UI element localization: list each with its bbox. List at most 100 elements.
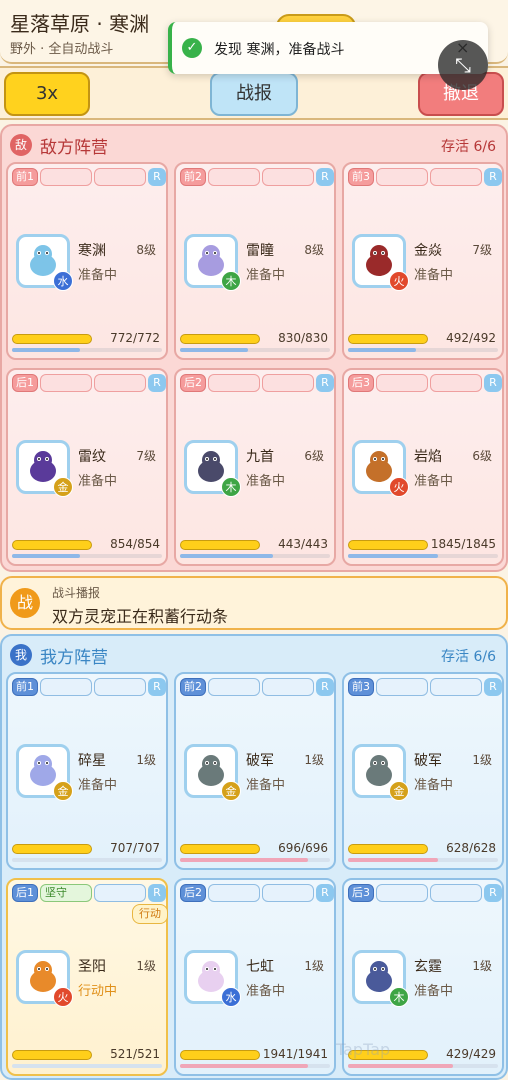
rarity-badge: R <box>484 884 502 902</box>
rarity-badge: R <box>148 884 166 902</box>
pet-level: 6级 <box>472 449 492 463</box>
ally-camp-title: 我方阵营 <box>40 648 108 668</box>
pet-avatar[interactable]: 金 <box>184 744 241 801</box>
hp-value: 1845/1845 <box>430 537 496 551</box>
pet-level: 1级 <box>136 959 156 973</box>
ally-badge: 我 <box>10 644 32 666</box>
enemy-pet-card[interactable]: 前3 R 火金焱 7级 准备中 492/492 <box>342 162 504 360</box>
element-badge: 木 <box>389 987 409 1007</box>
pet-level: 7级 <box>136 449 156 463</box>
enemy-badge: 敌 <box>10 134 32 156</box>
enemy-pet-card[interactable]: 后3 R 火岩焰 6级 准备中 1845/1845 <box>342 368 504 566</box>
pet-level: 6级 <box>304 449 324 463</box>
pet-name: 雷瞳 <box>246 243 274 259</box>
skill-slot <box>94 678 146 696</box>
rarity-badge: R <box>148 678 166 696</box>
pet-status: 准备中 <box>414 778 454 793</box>
hp-bar <box>348 334 428 344</box>
hp-value: 854/854 <box>110 537 160 551</box>
skill-slot <box>208 168 260 186</box>
action-gauge-fill <box>348 554 438 558</box>
enemy-pet-card[interactable]: 后2 R 木九首 6级 准备中 443/443 <box>174 368 336 566</box>
skill-slot <box>430 678 482 696</box>
pet-level: 1级 <box>304 959 324 973</box>
skill-slot <box>376 168 428 186</box>
page-subtitle: 野外 · 全自动战斗 <box>10 42 114 57</box>
element-badge: 金 <box>389 781 409 801</box>
page-title: 星落草原 · 寒渊 <box>10 12 150 36</box>
hp-bar <box>12 1050 92 1060</box>
action-gauge <box>180 348 330 352</box>
hp-value: 830/830 <box>278 331 328 345</box>
ally-pet-card[interactable]: 前3 R 金破军 1级 准备中 628/628 <box>342 672 504 870</box>
rarity-badge: R <box>484 678 502 696</box>
pet-status: 准备中 <box>246 778 286 793</box>
pet-status: 准备中 <box>78 778 118 793</box>
skill-slot <box>208 374 260 392</box>
skill-slot <box>376 678 428 696</box>
hp-bar <box>348 844 428 854</box>
pet-level: 1级 <box>136 753 156 767</box>
skill-slot <box>94 884 146 902</box>
pet-avatar[interactable]: 火 <box>352 234 409 291</box>
rarity-badge: R <box>316 374 334 392</box>
pet-avatar[interactable]: 水 <box>184 950 241 1007</box>
pet-name: 破军 <box>246 753 274 769</box>
pet-level: 1级 <box>472 959 492 973</box>
action-gauge <box>180 554 330 558</box>
skill-slot <box>94 374 146 392</box>
speed-button[interactable]: 3x <box>4 72 90 116</box>
pet-avatar[interactable]: 火 <box>16 950 73 1007</box>
ally-pet-card[interactable]: 前2 R 金破军 1级 准备中 696/696 <box>174 672 336 870</box>
enemy-camp: 敌 敌方阵营 存活 6/6 前1 R 水寒渊 8级 准备中 772/772 前2 R 木雷瞳 8级… <box>0 124 508 572</box>
rarity-badge: R <box>148 168 166 186</box>
ally-pet-card[interactable]: 后1 坚守 R 行动火圣阳 1级 行动中 521/521 <box>6 878 168 1076</box>
pet-status: 行动中 <box>78 984 118 999</box>
element-badge: 金 <box>53 477 73 497</box>
skill-slot <box>40 168 92 186</box>
pet-avatar[interactable]: 木 <box>352 950 409 1007</box>
ally-pet-card[interactable]: 前1 R 金碎星 1级 准备中 707/707 <box>6 672 168 870</box>
pet-avatar[interactable]: 火 <box>352 440 409 497</box>
hp-bar <box>348 540 428 550</box>
pet-status: 准备中 <box>78 268 118 283</box>
action-gauge-fill <box>348 858 438 862</box>
pet-avatar[interactable]: 水 <box>16 234 73 291</box>
slot-label: 后3 <box>348 884 374 902</box>
toast-text: 发现 寒渊，准备战斗 <box>214 42 345 58</box>
hp-bar <box>12 844 92 854</box>
element-badge: 水 <box>221 987 241 1007</box>
action-badge: 行动 <box>132 904 168 924</box>
slot-label: 前3 <box>348 678 374 696</box>
enemy-alive-count: 存活 6/6 <box>441 139 496 155</box>
pet-avatar[interactable]: 金 <box>352 744 409 801</box>
hp-value: 628/628 <box>446 841 496 855</box>
enemy-pet-card[interactable]: 后1 R 金雷纹 7级 准备中 854/854 <box>6 368 168 566</box>
ally-alive-count: 存活 6/6 <box>441 649 496 665</box>
collapse-icon[interactable]: ⤡ <box>438 40 488 90</box>
pet-avatar[interactable]: 木 <box>184 234 241 291</box>
element-badge: 火 <box>389 477 409 497</box>
pet-avatar[interactable]: 木 <box>184 440 241 497</box>
element-badge: 火 <box>53 987 73 1007</box>
hp-bar <box>180 334 260 344</box>
element-badge: 金 <box>221 781 241 801</box>
slot-label: 后2 <box>180 884 206 902</box>
skill-slot <box>430 168 482 186</box>
battle-report-label: 战斗播报 <box>52 586 101 600</box>
hp-value: 443/443 <box>278 537 328 551</box>
ally-pet-card[interactable]: 后2 R 水七虹 1级 准备中 1941/1941 <box>174 878 336 1076</box>
enemy-pet-card[interactable]: 前2 R 木雷瞳 8级 准备中 830/830 <box>174 162 336 360</box>
rarity-badge: R <box>484 168 502 186</box>
battle-report-button[interactable]: 战报 <box>210 72 298 116</box>
pet-avatar[interactable]: 金 <box>16 440 73 497</box>
element-badge: 木 <box>221 477 241 497</box>
hp-value: 772/772 <box>110 331 160 345</box>
skill-slot <box>430 374 482 392</box>
enemy-pet-card[interactable]: 前1 R 水寒渊 8级 准备中 772/772 <box>6 162 168 360</box>
pet-status: 准备中 <box>246 268 286 283</box>
skill-slot <box>208 884 260 902</box>
skill-slot <box>262 168 314 186</box>
pet-name: 寒渊 <box>78 243 106 259</box>
pet-avatar[interactable]: 金 <box>16 744 73 801</box>
